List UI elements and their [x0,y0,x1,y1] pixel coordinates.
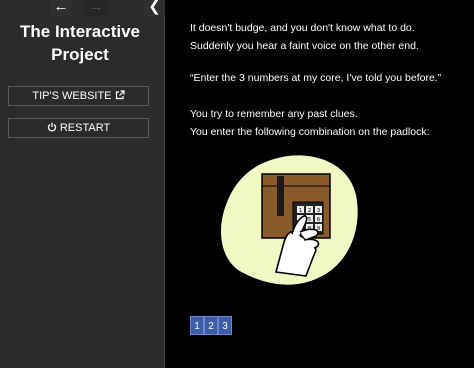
keypad-digit: 5 [308,217,312,223]
website-label: TIP'S WEBSITE [32,90,112,102]
title-line-2: Project [51,45,109,64]
story-line-4: You try to remember any past clues. [190,108,358,120]
story-line-1: It doesn't budge, and you don't know wha… [190,22,415,34]
restart-button[interactable]: RESTART [8,118,149,138]
keypad-digit: 1 [299,208,303,214]
story-line-2: Suddenly you hear a faint voice on the o… [190,40,419,52]
website-button[interactable]: TIP'S WEBSITE [8,86,149,106]
collapse-sidebar-button[interactable]: ❮ [144,0,165,16]
app-title: The Interactive Project [0,20,160,66]
external-link-icon [115,90,125,100]
power-icon [47,122,56,132]
story-line-3: “Enter the 3 numbers at my core, I've to… [190,72,442,84]
nav-forward-button[interactable]: → [85,0,107,16]
sidebar: ← → ❮ The Interactive Project TIP'S WEBS… [0,0,165,368]
box-slot [277,176,284,216]
keypad-digit: 3 [317,208,321,214]
combination-digit[interactable]: 1 [190,316,204,335]
combination-digit[interactable]: 3 [218,316,232,335]
title-line-1: The Interactive [20,22,140,41]
restart-label: RESTART [59,122,111,134]
arrow-right-icon: → [88,0,104,15]
padlock-illustration: 123456789 [221,155,358,285]
keypad-digit: 6 [317,217,321,223]
combination-digit[interactable]: 2 [204,316,218,335]
story-line-5: You enter the following combination on t… [190,126,430,138]
nav-back-button[interactable]: ← [50,0,72,16]
keypad-digit: 2 [308,208,312,214]
arrow-left-icon: ← [53,0,69,15]
chevron-left-icon: ❮ [148,0,161,15]
